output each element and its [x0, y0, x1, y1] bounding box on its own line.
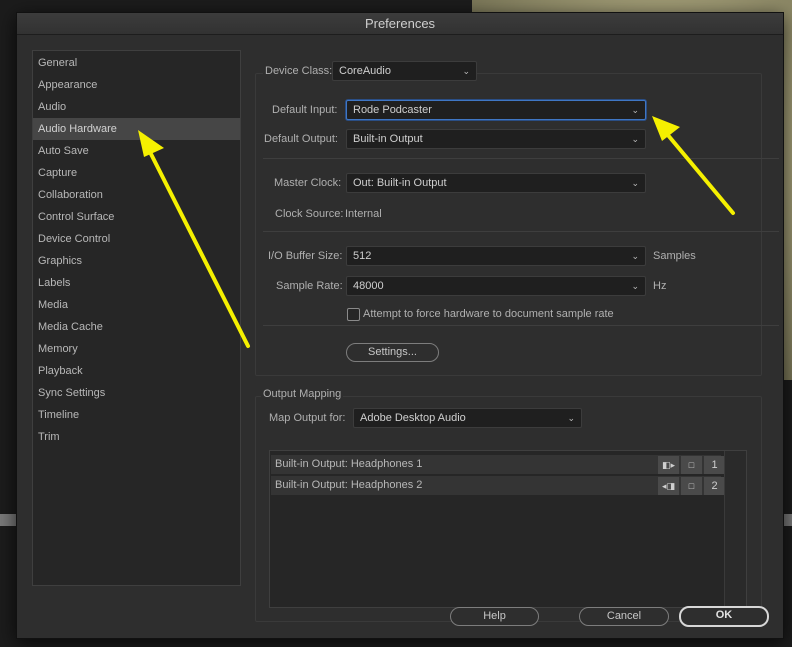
force-sample-rate-label: Attempt to force hardware to document sa…	[363, 308, 614, 320]
preferences-dialog: Preferences General Appearance Audio Aud…	[16, 12, 784, 639]
chevron-down-icon: ⌄	[631, 178, 639, 188]
sidebar-item-auto-save[interactable]: Auto Save	[33, 140, 240, 162]
sidebar-item-appearance[interactable]: Appearance	[33, 74, 240, 96]
sidebar-item-capture[interactable]: Capture	[33, 162, 240, 184]
sidebar-item-memory[interactable]: Memory	[33, 338, 240, 360]
buffer-size-value: 512	[353, 250, 372, 262]
chevron-down-icon: ⌄	[631, 105, 639, 115]
chevron-down-icon: ⌄	[462, 66, 470, 76]
sidebar-item-playback[interactable]: Playback	[33, 360, 240, 382]
buffer-size-dropdown[interactable]: 512 ⌄	[346, 246, 646, 266]
help-button[interactable]: Help	[450, 607, 539, 626]
clock-source-label: Clock Source:	[275, 208, 344, 220]
speaker-left-icon[interactable]: ◧▸	[658, 456, 679, 474]
divider	[263, 158, 779, 159]
background-timeline-strip	[784, 514, 792, 526]
buffer-size-unit: Samples	[653, 250, 696, 262]
default-input-label: Default Input:	[272, 104, 338, 116]
channel-number: 1	[704, 456, 725, 474]
chevron-down-icon: ⌄	[631, 251, 639, 261]
device-class-dropdown[interactable]: CoreAudio ⌄	[332, 61, 477, 81]
sample-rate-unit: Hz	[653, 280, 667, 292]
output-mapping-list: Built-in Output: Headphones 1 ◧▸ □ 1 Bui…	[269, 450, 747, 608]
chevron-down-icon: ⌄	[631, 134, 639, 144]
sidebar-item-media-cache[interactable]: Media Cache	[33, 316, 240, 338]
sidebar-item-labels[interactable]: Labels	[33, 272, 240, 294]
master-clock-dropdown[interactable]: Out: Built-in Output ⌄	[346, 173, 646, 193]
default-output-dropdown[interactable]: Built-in Output ⌄	[346, 129, 646, 149]
sidebar-item-graphics[interactable]: Graphics	[33, 250, 240, 272]
sidebar-item-media[interactable]: Media	[33, 294, 240, 316]
default-input-value: Rode Podcaster	[353, 104, 432, 116]
settings-button[interactable]: Settings...	[346, 343, 439, 362]
ok-button[interactable]: OK	[679, 606, 769, 627]
divider	[263, 325, 779, 326]
default-output-label: Default Output:	[264, 133, 338, 145]
device-class-value: CoreAudio	[339, 65, 391, 77]
force-sample-rate-checkbox[interactable]	[347, 308, 360, 321]
map-output-for-value: Adobe Desktop Audio	[360, 412, 466, 424]
channel-target-icon[interactable]: □	[681, 456, 702, 474]
sidebar-item-control-surface[interactable]: Control Surface	[33, 206, 240, 228]
mapping-list-scrollbar[interactable]	[724, 451, 746, 607]
sidebar-item-sync-settings[interactable]: Sync Settings	[33, 382, 240, 404]
background-timeline-strip	[0, 514, 16, 526]
preferences-category-list: General Appearance Audio Audio Hardware …	[32, 50, 241, 586]
sidebar-item-audio-hardware[interactable]: Audio Hardware	[33, 118, 240, 140]
sample-rate-dropdown[interactable]: 48000 ⌄	[346, 276, 646, 296]
cancel-button[interactable]: Cancel	[579, 607, 669, 626]
dialog-title: Preferences	[17, 13, 783, 35]
sidebar-item-device-control[interactable]: Device Control	[33, 228, 240, 250]
sidebar-item-timeline[interactable]: Timeline	[33, 404, 240, 426]
buffer-size-label: I/O Buffer Size:	[268, 250, 343, 262]
sidebar-item-trim[interactable]: Trim	[33, 426, 240, 448]
mapping-row[interactable]: Built-in Output: Headphones 1 ◧▸ □ 1	[271, 455, 725, 475]
sidebar-item-collaboration[interactable]: Collaboration	[33, 184, 240, 206]
default-output-value: Built-in Output	[353, 133, 423, 145]
chevron-down-icon: ⌄	[631, 281, 639, 291]
sample-rate-value: 48000	[353, 280, 384, 292]
channel-number: 2	[704, 477, 725, 495]
master-clock-value: Out: Built-in Output	[353, 177, 447, 189]
master-clock-label: Master Clock:	[274, 177, 342, 189]
sample-rate-label: Sample Rate:	[276, 280, 343, 292]
sidebar-item-general[interactable]: General	[33, 52, 240, 74]
mapping-row[interactable]: Built-in Output: Headphones 2 ◂◨ □ 2	[271, 476, 725, 496]
channel-target-icon[interactable]: □	[681, 477, 702, 495]
map-output-for-label: Map Output for:	[269, 412, 346, 424]
speaker-right-icon[interactable]: ◂◨	[658, 477, 679, 495]
output-mapping-legend: Output Mapping	[261, 388, 344, 400]
chevron-down-icon: ⌄	[567, 413, 575, 423]
mapping-row-label: Built-in Output: Headphones 1	[275, 458, 423, 470]
sidebar-item-audio[interactable]: Audio	[33, 96, 240, 118]
map-output-for-dropdown[interactable]: Adobe Desktop Audio ⌄	[353, 408, 582, 428]
mapping-row-label: Built-in Output: Headphones 2	[275, 479, 423, 491]
divider	[263, 231, 779, 232]
default-input-dropdown[interactable]: Rode Podcaster ⌄	[346, 100, 646, 120]
clock-source-value: Internal	[345, 208, 382, 220]
device-class-label: Device Class:	[263, 65, 335, 77]
